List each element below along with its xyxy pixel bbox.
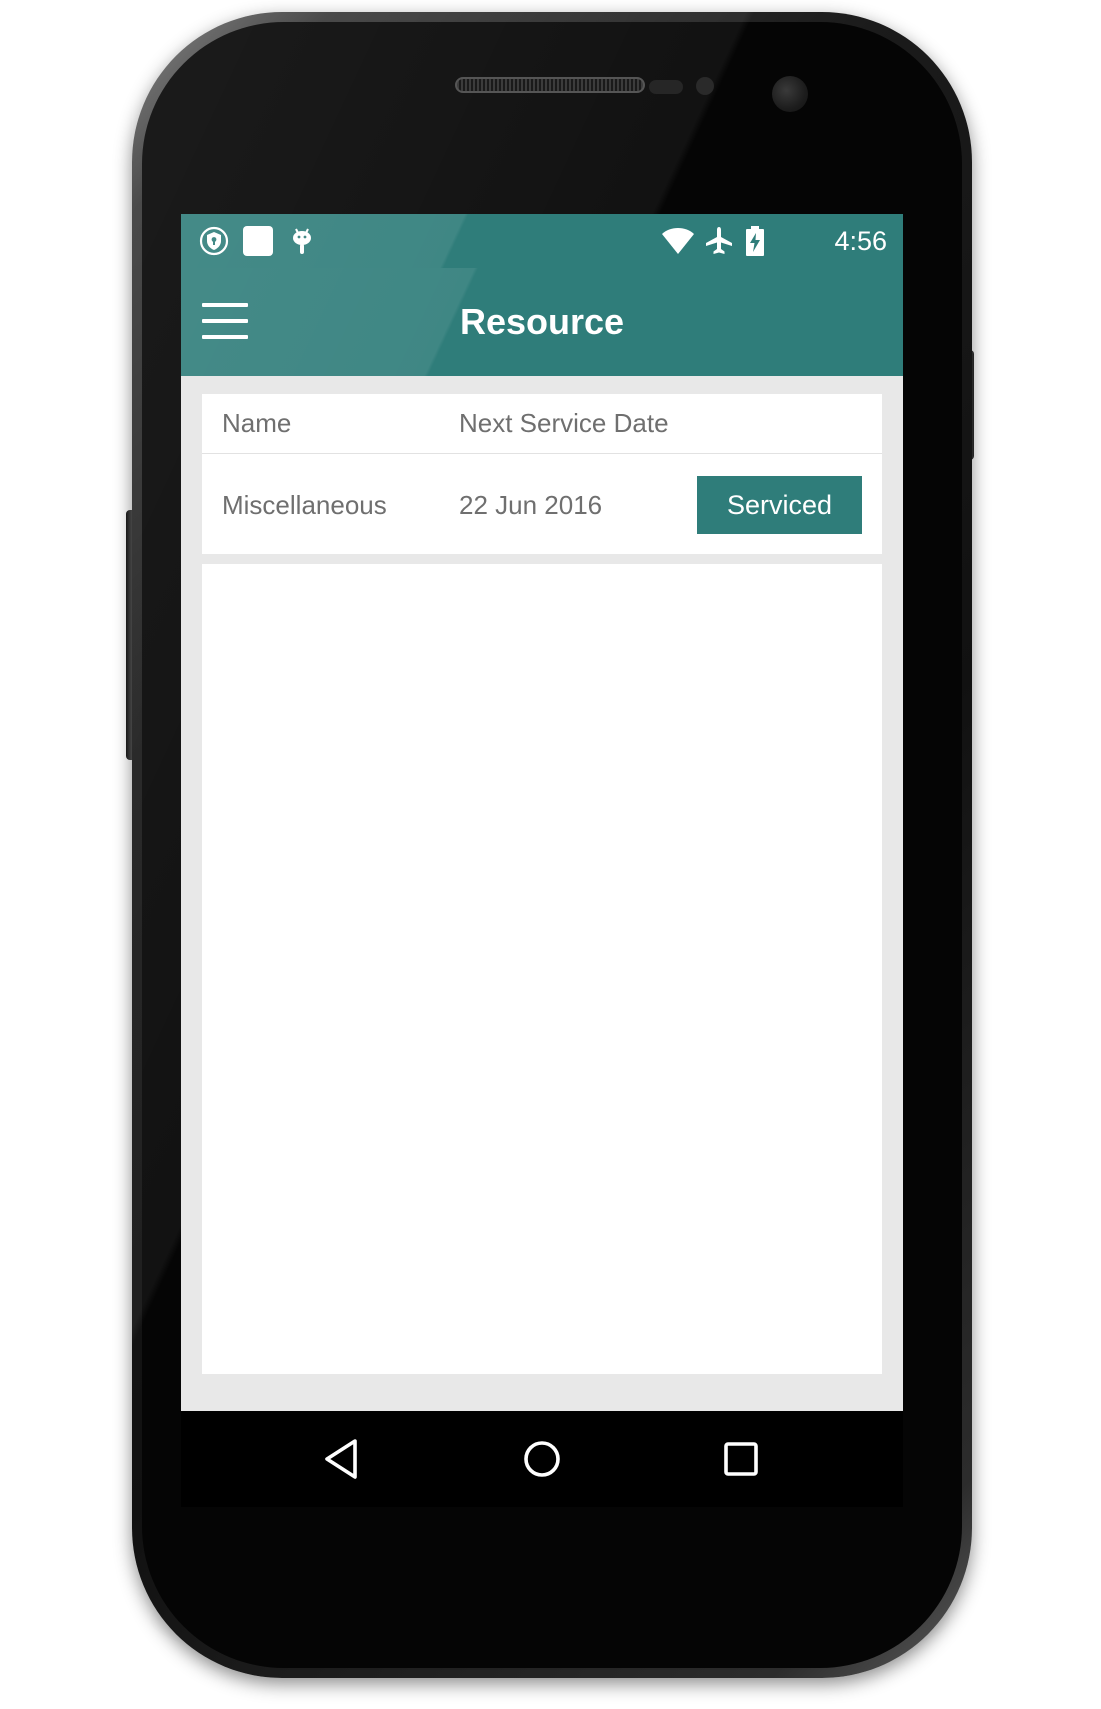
resource-table: Name Next Service Date Miscellaneous 22 …	[202, 394, 882, 554]
wifi-icon	[661, 226, 695, 256]
screen: 4:56 Resource Name Next Service Date Mis…	[181, 214, 903, 1502]
airplane-mode-icon	[704, 226, 734, 256]
light-sensor	[696, 77, 714, 95]
row-date-cell: 22 Jun 2016	[459, 490, 603, 520]
home-icon[interactable]	[512, 1431, 572, 1487]
notification-square-icon	[243, 226, 273, 256]
phone-frame: 4:56 Resource Name Next Service Date Mis…	[132, 12, 972, 1678]
content-area	[202, 564, 882, 1374]
page-title: Resource	[459, 301, 625, 342]
serviced-button[interactable]: Serviced	[697, 476, 862, 534]
navigation-bar	[181, 1411, 903, 1507]
row-name-cell: Miscellaneous	[222, 490, 387, 520]
column-header-next-service-date: Next Service Date	[459, 408, 669, 438]
stage: 4:56 Resource Name Next Service Date Mis…	[0, 0, 1101, 1709]
earpiece-speaker	[455, 77, 645, 93]
front-camera	[772, 76, 808, 112]
app-bar: Resource	[181, 268, 903, 376]
recents-icon[interactable]	[711, 1431, 771, 1487]
table-header: Name Next Service Date	[202, 394, 882, 454]
back-icon[interactable]	[311, 1431, 371, 1487]
vpn-shield-icon	[199, 226, 229, 256]
status-clock: 4:56	[834, 226, 887, 256]
proximity-sensor	[649, 80, 683, 94]
column-header-name: Name	[222, 408, 292, 438]
battery-charging-icon	[743, 226, 767, 256]
android-debug-icon	[287, 226, 317, 256]
status-bar: 4:56	[181, 214, 903, 268]
